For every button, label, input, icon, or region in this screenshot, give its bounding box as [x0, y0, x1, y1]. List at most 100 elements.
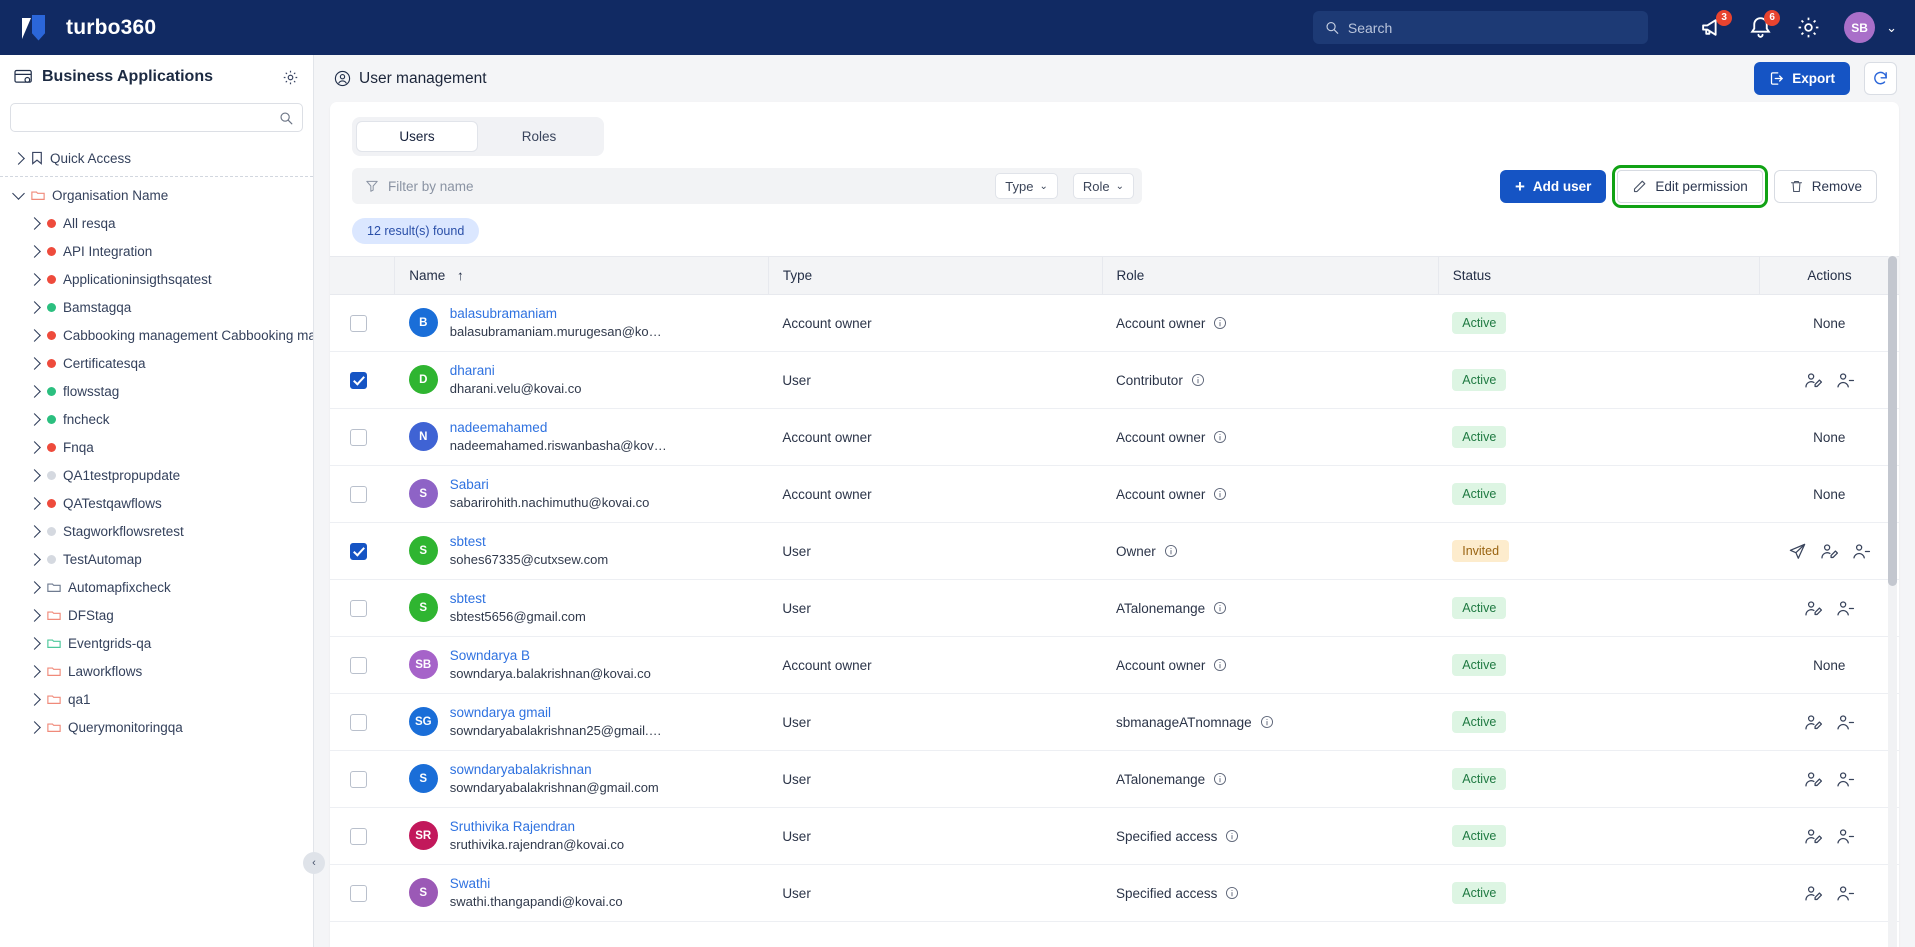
sidebar-item-cabbooking-management-cabbooking-mana[interactable]: Cabbooking management Cabbooking mana	[0, 321, 313, 349]
info-icon[interactable]	[1213, 316, 1227, 330]
user-name-link[interactable]: sowndaryabalakrishnan	[450, 762, 592, 777]
row-checkbox[interactable]	[350, 428, 367, 446]
remove-button[interactable]: Remove	[1773, 169, 1877, 203]
info-icon[interactable]	[1164, 544, 1178, 558]
table-row[interactable]: Nnadeemahamed nadeemahamed.riswanbasha@ko…	[330, 408, 1899, 466]
sidebar-item-applicationinsigthsqatest[interactable]: Applicationinsigthsqatest	[0, 265, 313, 293]
sidebar-item-fncheck[interactable]: fncheck	[0, 405, 313, 433]
export-button[interactable]: Export	[1754, 62, 1850, 95]
remove-user-icon[interactable]	[1852, 542, 1871, 561]
edit-user-icon[interactable]	[1804, 827, 1823, 846]
row-checkbox[interactable]	[350, 314, 367, 332]
user-name-link[interactable]: Sowndarya B	[450, 648, 530, 663]
sidebar-item-querymonitoringqa[interactable]: Querymonitoringqa	[0, 713, 313, 741]
info-icon[interactable]	[1191, 373, 1205, 387]
user-name-link[interactable]: sbtest	[450, 591, 486, 606]
row-select-cell[interactable]	[330, 351, 395, 409]
info-icon[interactable]	[1213, 658, 1227, 672]
table-row[interactable]: S Swathi swathi.thangapandi@kovai.co User Sp…	[330, 864, 1899, 922]
remove-user-icon[interactable]	[1836, 713, 1855, 732]
global-search[interactable]	[1313, 11, 1648, 44]
info-icon[interactable]	[1213, 487, 1227, 501]
info-icon[interactable]	[1260, 715, 1274, 729]
sidebar-item-certificatesqa[interactable]: Certificatesqa	[0, 349, 313, 377]
brand-logo[interactable]: turbo360	[22, 14, 156, 41]
row-checkbox[interactable]	[350, 485, 367, 503]
notifications-button[interactable]: 6	[1748, 10, 1781, 40]
sidebar-collapse-button[interactable]: ‹	[303, 852, 325, 874]
announcements-button[interactable]: 3	[1700, 10, 1733, 40]
filter-input[interactable]	[388, 178, 987, 194]
sidebar-item-qatestqawflows[interactable]: QATestqawflows	[0, 489, 313, 517]
edit-user-icon[interactable]	[1804, 770, 1823, 789]
sidebar-item-qa1testpropupdate[interactable]: QA1testpropupdate	[0, 461, 313, 489]
sidebar-item-all-resqa[interactable]: All resqa	[0, 209, 313, 237]
table-row[interactable]: Ssbtest sbtest5656@gmail.com User ATalonema…	[330, 579, 1899, 637]
edit-user-icon[interactable]	[1804, 599, 1823, 618]
tab-users[interactable]: Users	[356, 121, 478, 152]
user-name-link[interactable]: nadeemahamed	[450, 420, 548, 435]
edit-user-icon[interactable]	[1804, 884, 1823, 903]
sidebar-item-api-integration[interactable]: API Integration	[0, 237, 313, 265]
info-icon[interactable]	[1225, 886, 1239, 900]
type-filter-select[interactable]: Type ⌄	[995, 173, 1058, 199]
sidebar-item-testautomap[interactable]: TestAutomap	[0, 545, 313, 573]
sidebar-item-quick-access[interactable]: Quick Access	[0, 144, 313, 172]
sidebar-search[interactable]	[10, 103, 303, 132]
sidebar-settings-icon[interactable]	[282, 69, 299, 86]
row-checkbox[interactable]	[350, 599, 367, 617]
role-filter-select[interactable]: Role ⌄	[1072, 173, 1134, 199]
settings-button[interactable]	[1796, 15, 1821, 40]
row-select-cell[interactable]	[330, 693, 395, 751]
row-select-cell[interactable]	[330, 750, 395, 808]
user-avatar[interactable]: SB	[1844, 12, 1876, 43]
sidebar-item-automapfixcheck[interactable]: Automapfixcheck	[0, 573, 313, 601]
user-name-link[interactable]: Swathi	[450, 876, 491, 891]
info-icon[interactable]	[1213, 772, 1227, 786]
info-icon[interactable]	[1213, 601, 1227, 615]
filter-by-name[interactable]: Type ⌄ Role ⌄	[352, 168, 1142, 204]
row-select-cell[interactable]	[330, 522, 395, 580]
sidebar-item-dfstag[interactable]: DFStag	[0, 601, 313, 629]
row-checkbox[interactable]	[350, 713, 367, 731]
row-select-cell[interactable]	[330, 864, 395, 922]
user-name-link[interactable]: Sruthivika Rajendran	[450, 819, 575, 834]
edit-user-icon[interactable]	[1820, 542, 1839, 561]
row-checkbox[interactable]	[350, 827, 367, 845]
sidebar-item-qa1[interactable]: qa1	[0, 685, 313, 713]
table-row[interactable]: Ssbtest sohes67335@cutxsew.com User Owner In…	[330, 522, 1899, 580]
row-checkbox[interactable]	[350, 884, 367, 902]
edit-user-icon[interactable]	[1804, 713, 1823, 732]
table-row[interactable]: Ssowndaryabalakrishnan sowndaryabalakrish…	[330, 750, 1899, 808]
sidebar-item-flowsstag[interactable]: flowsstag	[0, 377, 313, 405]
remove-user-icon[interactable]	[1836, 770, 1855, 789]
table-row[interactable]: SR Sruthivika Rajendran sruthivika.rajendr…	[330, 807, 1899, 865]
row-select-cell[interactable]	[330, 408, 395, 466]
column-name[interactable]: Name ↑	[394, 256, 769, 295]
refresh-button[interactable]	[1864, 62, 1897, 95]
row-checkbox[interactable]	[350, 371, 367, 389]
row-select-cell[interactable]	[330, 465, 395, 523]
search-input[interactable]	[1347, 19, 1636, 36]
row-checkbox[interactable]	[350, 542, 367, 560]
sidebar-item-stagworkflowsretest[interactable]: Stagworkflowsretest	[0, 517, 313, 545]
table-row[interactable]: Bbalasubramaniam balasubramaniam.murugesa…	[330, 294, 1899, 352]
sidebar-item-fnqa[interactable]: Fnqa	[0, 433, 313, 461]
sidebar-item-organisation[interactable]: Organisation Name	[0, 181, 313, 209]
table-scrollbar-thumb[interactable]	[1888, 256, 1897, 586]
sidebar-item-bamstagqa[interactable]: Bamstagqa	[0, 293, 313, 321]
user-name-link[interactable]: dharani	[450, 363, 495, 378]
tab-roles[interactable]: Roles	[478, 121, 600, 152]
table-row[interactable]: SG sowndarya gmail sowndaryabalakrishnan25…	[330, 693, 1899, 751]
edit-user-icon[interactable]	[1804, 371, 1823, 390]
row-select-cell[interactable]	[330, 294, 395, 352]
row-select-cell[interactable]	[330, 636, 395, 694]
edit-permission-button[interactable]: Edit permission	[1612, 164, 1768, 208]
row-select-cell[interactable]	[330, 807, 395, 865]
column-select-all[interactable]	[330, 256, 396, 295]
user-name-link[interactable]: balasubramaniam	[450, 306, 557, 321]
user-name-link[interactable]: Sabari	[450, 477, 489, 492]
remove-user-icon[interactable]	[1836, 371, 1855, 390]
remove-user-icon[interactable]	[1836, 599, 1855, 618]
sidebar-item-eventgrids-qa[interactable]: Eventgrids-qa	[0, 629, 313, 657]
